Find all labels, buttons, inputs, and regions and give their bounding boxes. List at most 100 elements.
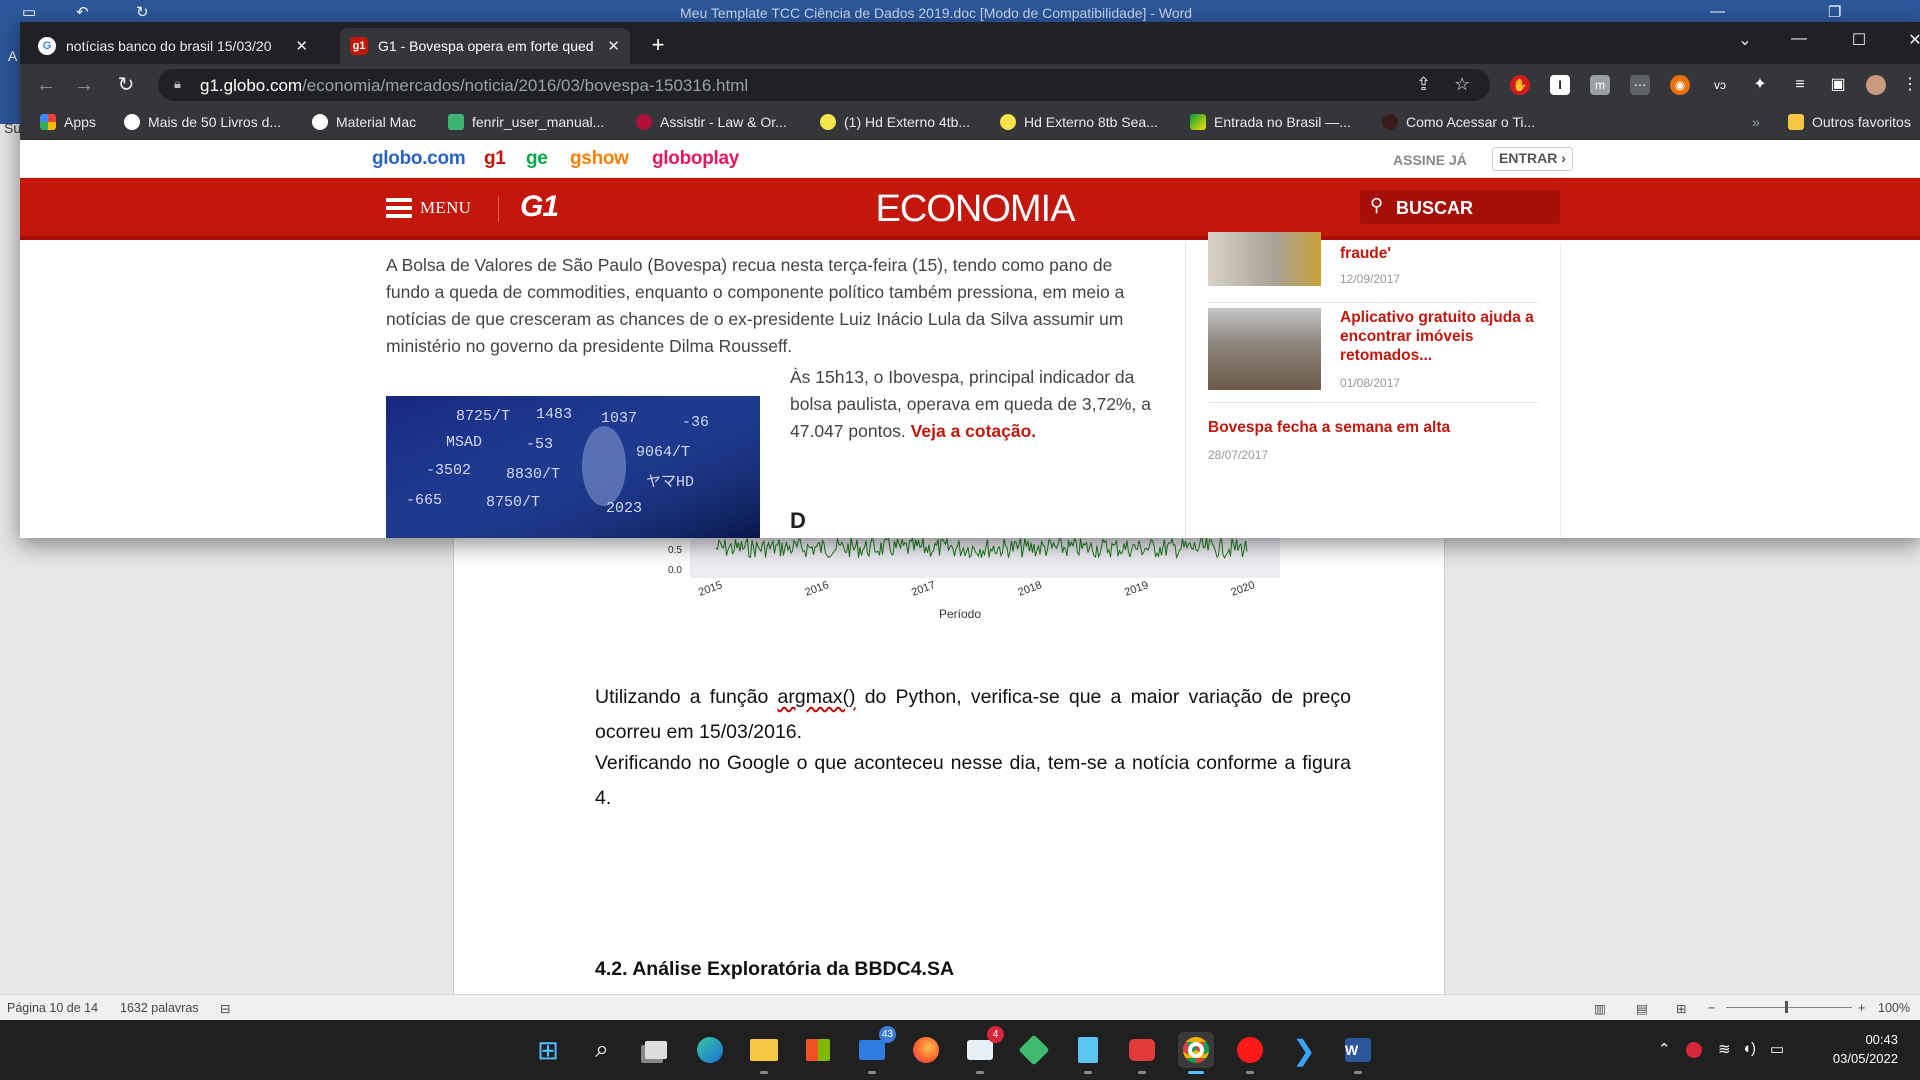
subscribe-link[interactable]: ASSINE JÁ (1393, 152, 1467, 168)
related-item[interactable]: fraude' 12/09/2017 (1208, 232, 1538, 310)
m-extension-icon[interactable]: m (1590, 75, 1610, 95)
status-page-count[interactable]: Página 10 de 14 (7, 1001, 98, 1015)
vscode-icon[interactable]: ❯ (1286, 1032, 1322, 1068)
new-tab-button[interactable]: + (644, 32, 672, 60)
zoom-slider[interactable] (1726, 1007, 1852, 1008)
close-tab-icon[interactable]: ✕ (607, 37, 620, 55)
mercadolivre-icon (820, 114, 836, 130)
bookmark-apps[interactable]: Apps (40, 114, 96, 130)
bookmark-livros[interactable]: Mais de 50 Livros d... (124, 114, 281, 130)
clock[interactable]: 00:43 03/05/2022 (1833, 1030, 1898, 1068)
bookmark-hd-8tb[interactable]: Hd Externo 8tb Sea... (1000, 114, 1158, 130)
bookmark-hd-4tb[interactable]: (1) Hd Externo 4tb... (820, 114, 970, 130)
search-button[interactable]: ⚲ BUSCAR (1360, 190, 1560, 224)
tab-g1-bovespa[interactable]: g1 G1 - Bovespa opera em forte qued ✕ (340, 28, 630, 64)
share-icon[interactable]: ⇪ (1416, 74, 1431, 95)
vd-extension-icon[interactable]: vↄ (1710, 75, 1730, 95)
chevron-up-icon[interactable]: ⌃ (1658, 1040, 1671, 1058)
play-icon (636, 114, 652, 130)
related-title: fraude' (1340, 245, 1392, 262)
bookmark-law-order[interactable]: Assistir - Law & Or... (636, 114, 787, 130)
close-window-button[interactable]: ✕ (1892, 30, 1920, 50)
dots-extension-icon[interactable]: ⋯ (1630, 75, 1650, 95)
bookmark-fenrir[interactable]: fenrir_user_manual... (448, 114, 604, 130)
link-globo-com[interactable]: globo.com (372, 148, 466, 170)
word-maximize-button[interactable]: ❐ (1828, 3, 1841, 21)
search-icon[interactable]: ⌕ (584, 1032, 620, 1068)
bookmark-material-mac[interactable]: Material Mac (312, 114, 416, 130)
chart-x-tick: 2016 (803, 579, 830, 599)
chart-x-tick: 2018 (1016, 579, 1043, 599)
link-ge[interactable]: ge (526, 148, 548, 170)
bookmark-folder-outros[interactable]: Outros favoritos (1788, 114, 1911, 130)
status-word-count[interactable]: 1632 palavras (120, 1001, 199, 1015)
app-red-icon[interactable] (1124, 1032, 1160, 1074)
close-tab-icon[interactable]: ✕ (295, 37, 308, 55)
zoom-slider-thumb[interactable] (1785, 1001, 1788, 1013)
reload-button[interactable]: ↻ (112, 72, 140, 100)
forward-button[interactable]: → (70, 72, 98, 100)
kebab-menu-icon[interactable]: ⋮ (1900, 75, 1920, 95)
volume-icon[interactable]: ◖) (1742, 1040, 1756, 1057)
chrome-icon[interactable] (1178, 1032, 1214, 1074)
login-button[interactable]: ENTRAR › (1492, 147, 1573, 171)
start-button[interactable]: ⊞ (530, 1032, 566, 1068)
word-side-text: Su (4, 120, 22, 136)
print-layout-icon[interactable]: ▤ (1636, 1001, 1648, 1016)
instapaper-extension-icon[interactable]: I (1550, 75, 1570, 95)
word-undo-icon[interactable]: ↶ (76, 3, 89, 21)
bookmark-como-acessar[interactable]: Como Acessar o Ti... (1382, 114, 1535, 130)
read-mode-icon[interactable]: ▥ (1594, 1001, 1606, 1016)
brazil-flag-icon (1190, 114, 1206, 130)
orange-extension-icon[interactable]: ◉ (1670, 75, 1690, 95)
doc-misspelled-word[interactable]: argmax() (778, 686, 856, 708)
link-g1[interactable]: g1 (484, 148, 506, 170)
wifi-icon[interactable]: ≋ (1718, 1040, 1731, 1058)
minimize-button[interactable]: — (1776, 30, 1822, 48)
address-url: g1.globo.com/economia/mercados/noticia/2… (200, 76, 748, 96)
outlook-icon[interactable]: 4 (962, 1026, 1004, 1074)
maximize-button[interactable]: ☐ (1836, 30, 1882, 50)
battery-icon[interactable]: ▭ (1770, 1040, 1784, 1058)
media-control-icon[interactable]: ≡ (1790, 75, 1810, 95)
tab-google-search[interactable]: G notícias banco do brasil 15/03/20 ✕ (28, 28, 318, 64)
store-icon[interactable] (800, 1032, 836, 1068)
quote-link[interactable]: Veja a cotação. (911, 421, 1037, 441)
word-save-icon[interactable]: ▭ (22, 3, 36, 21)
word-minimize-button[interactable]: — (1710, 3, 1725, 20)
proofing-icon[interactable]: ⊟ (220, 1001, 230, 1016)
mail-icon[interactable]: 43 (854, 1026, 896, 1074)
bookmarks-overflow[interactable]: » (1752, 114, 1760, 130)
address-bar[interactable]: 🔒︎ g1.globo.com/economia/mercados/notici… (158, 69, 1490, 101)
task-view-icon[interactable] (638, 1032, 674, 1068)
word-icon[interactable]: W (1340, 1032, 1376, 1074)
related-item[interactable]: Bovespa fecha a semana em alta 28/07/201… (1208, 418, 1538, 498)
bookmark-star-icon[interactable]: ☆ (1454, 74, 1470, 95)
file-explorer-icon[interactable] (746, 1032, 782, 1074)
sidebar-icon[interactable]: ▣ (1828, 75, 1848, 95)
notepad-icon[interactable] (1070, 1032, 1106, 1074)
zoom-level[interactable]: 100% (1878, 1001, 1910, 1015)
link-gshow[interactable]: gshow (570, 148, 629, 170)
profile-avatar[interactable] (1866, 75, 1886, 95)
back-button[interactable]: ← (32, 72, 60, 100)
firefox-icon[interactable] (908, 1032, 944, 1068)
web-layout-icon[interactable]: ⊞ (1676, 1001, 1686, 1016)
edge-icon[interactable] (692, 1032, 728, 1068)
word-redo-icon[interactable]: ↻ (136, 3, 149, 21)
bookmark-entrada-brasil[interactable]: Entrada no Brasil —... (1190, 114, 1351, 130)
tab-search-icon[interactable]: ⌄ (1722, 30, 1768, 50)
extensions-puzzle-icon[interactable]: ✦ (1750, 75, 1770, 95)
svg-text:-36: -36 (682, 414, 709, 431)
zoom-in-button[interactable]: + (1858, 1001, 1865, 1015)
section-title[interactable]: ECONOMIA (20, 188, 1920, 231)
git-icon[interactable] (1016, 1032, 1052, 1068)
link-globoplay[interactable]: globoplay (652, 148, 739, 170)
zoom-out-button[interactable]: − (1708, 1001, 1715, 1015)
stock-board-photo: 8725/T 1483 1037 -36 MSAD -53 9064/T -3502 883… (386, 396, 760, 538)
lock-icon[interactable]: 🔒︎ (174, 76, 181, 92)
youtube-music-icon[interactable] (1232, 1032, 1268, 1074)
mcafee-icon[interactable] (1686, 1042, 1702, 1058)
adblock-extension-icon[interactable]: ✋ (1510, 75, 1530, 95)
related-item[interactable]: Aplicativo gratuito ajuda a encontrar im… (1208, 308, 1538, 418)
